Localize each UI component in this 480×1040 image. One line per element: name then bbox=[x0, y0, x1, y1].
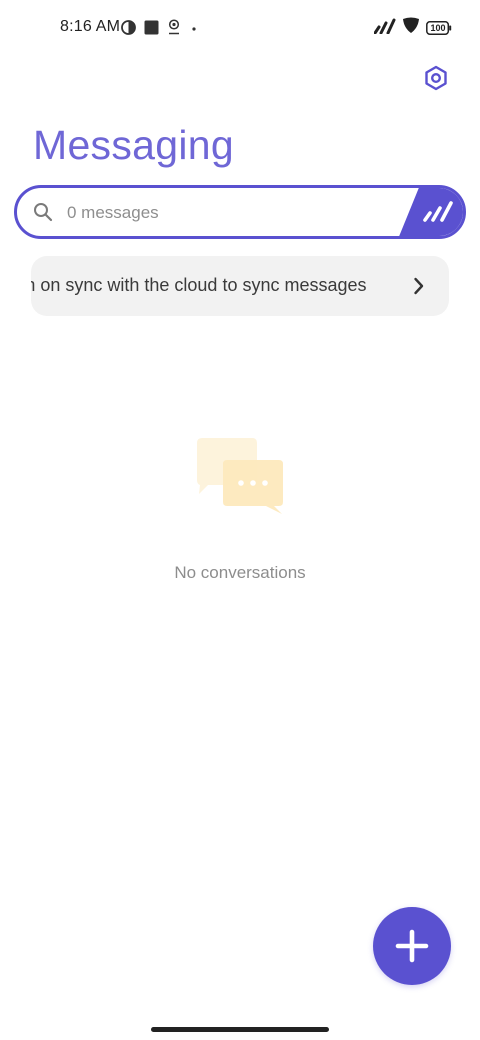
messaging-screen: 8:16 AM 100 Messaging 0 messages Turn on… bbox=[0, 0, 480, 1040]
search-bar[interactable] bbox=[14, 185, 466, 239]
settings-hexagon-icon bbox=[423, 65, 449, 96]
status-time: 8:16 AM bbox=[60, 18, 121, 35]
battery-icon: 100 bbox=[426, 21, 452, 35]
sync-banner[interactable]: Turn on sync with the cloud to sync mess… bbox=[31, 256, 449, 316]
battery-level: 100 bbox=[430, 23, 446, 33]
data-saver-icon bbox=[121, 19, 136, 40]
sync-text-fade bbox=[373, 256, 393, 316]
chat-bubbles-icon bbox=[194, 436, 286, 516]
sync-banner-text: Turn on sync with the cloud to sync mess… bbox=[31, 275, 367, 295]
app-square-icon bbox=[144, 20, 159, 40]
new-message-button[interactable] bbox=[373, 907, 451, 985]
status-system-icons: 100 bbox=[373, 17, 452, 39]
empty-state-text: No conversations bbox=[174, 563, 306, 582]
page-title: Messaging bbox=[33, 122, 234, 168]
home-indicator[interactable] bbox=[151, 1027, 329, 1032]
shield-icon bbox=[402, 17, 420, 39]
signal-bars-icon bbox=[373, 18, 396, 39]
settings-button[interactable] bbox=[422, 65, 450, 96]
search-icon bbox=[33, 202, 53, 227]
location-pin-icon bbox=[167, 19, 181, 40]
plus-icon bbox=[395, 929, 429, 963]
status-bar: 8:16 AM 100 bbox=[0, 0, 480, 56]
slash-brand-icon bbox=[423, 201, 453, 222]
search-input[interactable] bbox=[65, 188, 369, 236]
brand-slant-button[interactable] bbox=[398, 188, 463, 236]
chevron-right-icon bbox=[413, 276, 425, 301]
status-notification-icons bbox=[121, 19, 199, 40]
dot-icon bbox=[189, 21, 199, 39]
sync-text-container: Turn on sync with the cloud to sync mess… bbox=[31, 256, 393, 316]
